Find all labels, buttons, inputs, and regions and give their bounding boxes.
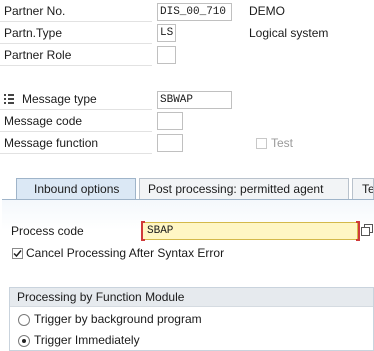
tab-inbound-options[interactable]: Inbound options <box>16 178 136 200</box>
process-code-value: SBAP <box>147 225 174 237</box>
test-checkbox[interactable] <box>256 138 267 149</box>
message-function-label: Message function <box>0 133 152 154</box>
process-code-label: Process code <box>11 224 84 238</box>
partner-type-description: Logical system <box>249 26 329 40</box>
tab-inbound-options-label: Inbound options <box>34 182 120 196</box>
message-function-field[interactable] <box>157 134 183 152</box>
tab-post-processing[interactable]: Post processing: permitted agent <box>139 178 349 199</box>
process-code-input[interactable]: SBAP <box>142 222 358 240</box>
message-code-label: Message code <box>0 111 152 132</box>
key-field-icon <box>4 94 14 104</box>
focus-bracket-right <box>356 221 360 241</box>
partner-no-label: Partner No. <box>0 1 152 22</box>
value-help-icon[interactable] <box>361 224 373 237</box>
cancel-processing-checkbox[interactable] <box>12 248 23 259</box>
focus-bracket-left <box>141 221 145 241</box>
message-type-field[interactable]: SBWAP <box>157 91 232 109</box>
partner-type-label: Partn.Type <box>0 23 152 44</box>
checkmark-icon <box>13 250 22 258</box>
tab-third[interactable]: Te <box>352 178 374 199</box>
partner-type-field[interactable]: LS <box>157 24 176 42</box>
radio-background-program[interactable] <box>18 314 30 326</box>
group-title: Processing by Function Module <box>10 288 373 307</box>
tab-third-label: Te <box>362 182 374 196</box>
partner-role-label: Partner Role <box>0 45 152 66</box>
partner-no-field[interactable]: DIS_00_710 <box>157 3 232 21</box>
partner-no-description: DEMO <box>249 4 285 18</box>
tab-post-processing-label: Post processing: permitted agent <box>148 182 324 196</box>
radio-trigger-immediately[interactable] <box>18 335 30 347</box>
trigger-immediately-label: Trigger Immediately <box>34 333 140 347</box>
cancel-processing-label: Cancel Processing After Syntax Error <box>26 246 225 260</box>
message-type-label: Message type <box>0 89 152 110</box>
message-code-field[interactable] <box>157 112 183 130</box>
test-label: Test <box>271 136 294 150</box>
background-program-label: Trigger by background program <box>34 312 202 326</box>
partner-role-field[interactable] <box>157 46 176 64</box>
